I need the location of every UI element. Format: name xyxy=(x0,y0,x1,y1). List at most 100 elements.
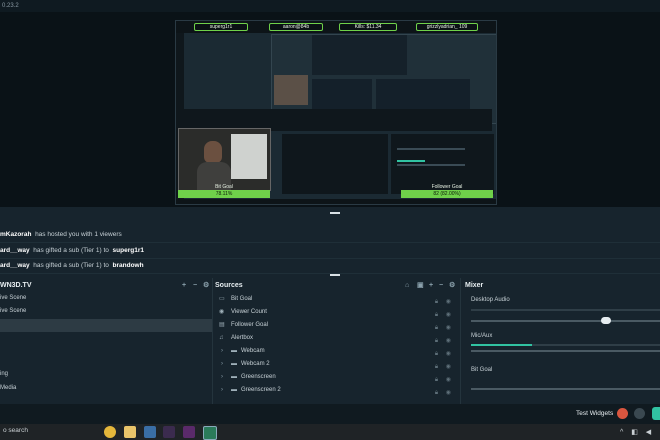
chevron-right-icon[interactable]: › xyxy=(221,345,223,358)
resize-handle-bottom[interactable] xyxy=(330,274,340,276)
replay-icon[interactable] xyxy=(634,408,645,419)
hud-player3: grizzlyadrian_ 109 xyxy=(416,23,478,31)
event-user: ard__way xyxy=(0,247,30,254)
mixer-channel-label: Desktop Audio xyxy=(471,297,510,303)
source-item[interactable]: ▭ Bit Goal 🔒︎ ◉ xyxy=(213,293,460,306)
hud-kills: Kills: $11.34 xyxy=(339,23,397,31)
folder-icon: ▬ xyxy=(231,361,237,367)
eye-icon: ◉ xyxy=(219,309,225,315)
sources-title: Sources ⌂ ▣ + − ⚙ xyxy=(215,279,455,293)
source-label: Viewer Count xyxy=(231,309,267,315)
event-target: superg1r1 xyxy=(112,247,144,254)
mixer-title: Mixer xyxy=(465,282,484,289)
sources-panel: Sources ⌂ ▣ + − ⚙ ▭ Bit Goal 🔒︎ ◉ ◉ Viewer C… xyxy=(213,278,461,404)
volume-slider[interactable] xyxy=(471,320,660,322)
app-version: 0.23.2 xyxy=(2,3,19,9)
follower-goal-bar: 82 (82.00%) xyxy=(401,190,493,198)
source-item[interactable]: › ▬ Webcam 🔒︎ ◉ xyxy=(213,345,460,358)
scene-item[interactable]: ing xyxy=(0,368,212,381)
editor-panels: WN3D.TV + − ⚙ ive Scene ive Scene ing Me… xyxy=(0,278,660,404)
event-row: ard__way has gifted a sub (Tier 1) to su… xyxy=(0,244,660,259)
mixer-channel-label: Mic/Aux xyxy=(471,333,493,339)
source-item[interactable]: ♫ Alertbox 🔒︎ ◉ xyxy=(213,332,460,345)
add-scene-icon[interactable]: + xyxy=(182,279,186,293)
volume-slider[interactable] xyxy=(471,350,660,352)
stream-preview[interactable]: superg1r1 aaron@84b Kills: $11.34 grizzl… xyxy=(175,20,497,205)
scene-item-selected[interactable] xyxy=(0,319,212,332)
scene-item[interactable]: ive Scene xyxy=(0,292,212,305)
remove-source-icon[interactable]: − xyxy=(439,279,443,293)
app-icon[interactable] xyxy=(183,426,195,438)
system-tray[interactable]: ^ ◧ ◀ xyxy=(620,428,654,436)
twitch-icon[interactable] xyxy=(163,426,175,438)
go-live-button[interactable] xyxy=(652,407,660,420)
source-label: Webcam xyxy=(241,348,265,354)
gear-icon[interactable]: ⚙ xyxy=(449,279,455,293)
level-fill xyxy=(471,344,532,346)
folder-add-icon[interactable]: ⌂ xyxy=(405,279,409,293)
streamlabs-icon[interactable] xyxy=(203,426,217,440)
app-icon[interactable] xyxy=(144,426,156,438)
scene-item[interactable]: ive Scene xyxy=(0,305,212,318)
folder-icon[interactable]: ▣ xyxy=(417,279,424,293)
sources-title-text: Sources xyxy=(215,282,243,289)
hud-bar: superg1r1 aaron@84b Kills: $11.34 grizzl… xyxy=(176,21,496,33)
scene-item[interactable]: Media xyxy=(0,382,212,395)
source-item[interactable]: ▤ Follower Goal 🔒︎ ◉ xyxy=(213,319,460,332)
gear-icon[interactable]: ⚙ xyxy=(203,279,209,293)
event-target: brandowh xyxy=(112,262,144,269)
bit-icon: ▭ xyxy=(219,296,225,302)
nested-mixer xyxy=(376,79,470,109)
add-source-icon[interactable]: + xyxy=(429,279,433,293)
file-explorer-icon[interactable] xyxy=(124,426,136,438)
mixer-channel-label: Bit Goal xyxy=(471,367,493,373)
folder-icon: ▬ xyxy=(231,374,237,380)
source-item[interactable]: ◉ Viewer Count 🔒︎ ◉ xyxy=(213,306,460,319)
source-label: Bit Goal xyxy=(231,296,253,302)
source-label: Webcam 2 xyxy=(241,361,270,367)
nested-preview xyxy=(312,35,407,75)
recent-events: mKazorah has hosted you with 1 viewers a… xyxy=(0,214,660,278)
nested-sources xyxy=(312,79,372,109)
source-item[interactable]: › ▬ Greenscreen 🔒︎ ◉ xyxy=(213,371,460,384)
source-label: Follower Goal xyxy=(231,322,269,328)
nested-webcam xyxy=(274,75,308,105)
source-visibility-icons[interactable]: 🔒︎ ◉ xyxy=(435,387,454,400)
source-label: Greenscreen xyxy=(241,374,276,380)
folder-icon: ▬ xyxy=(231,387,237,393)
folder-icon: ▬ xyxy=(231,348,237,354)
event-row: mKazorah has hosted you with 1 viewers xyxy=(0,228,660,243)
volume-meter xyxy=(471,309,660,311)
taskbar-search[interactable]: o search xyxy=(3,427,28,434)
remove-scene-icon[interactable]: − xyxy=(193,279,197,293)
event-user: mKazorah xyxy=(0,231,32,238)
chevron-right-icon[interactable]: › xyxy=(221,384,223,397)
source-item[interactable]: › ▬ Webcam 2 🔒︎ ◉ xyxy=(213,358,460,371)
test-widgets-button[interactable]: Test Widgets xyxy=(576,410,613,417)
source-label: Alertbox xyxy=(231,335,254,341)
mixer-panel: Mixer Desktop Audio Mic/Aux Bit Goal xyxy=(461,278,660,404)
volume-knob[interactable] xyxy=(601,317,611,324)
event-text: has gifted a sub (Tier 1) to xyxy=(33,262,109,269)
event-user: ard__way xyxy=(0,262,30,269)
inner-sources-panel xyxy=(282,134,388,194)
chevron-right-icon[interactable]: › xyxy=(221,358,223,371)
title-bar: 0.23.2 xyxy=(0,0,660,12)
bell-icon: ♫ xyxy=(219,335,224,341)
chrome-icon[interactable] xyxy=(104,426,116,438)
scene-collection-title[interactable]: WN3D.TV + − ⚙ xyxy=(0,279,212,293)
event-row: ard__way has gifted a sub (Tier 1) to br… xyxy=(0,259,660,274)
doc-icon: ▤ xyxy=(219,322,225,328)
event-text: has hosted you with 1 viewers xyxy=(35,231,122,238)
status-footer: Test Widgets xyxy=(0,404,660,424)
webcam-feed xyxy=(178,128,271,191)
volume-meter xyxy=(471,344,660,346)
chevron-right-icon[interactable]: › xyxy=(221,371,223,384)
record-icon[interactable] xyxy=(617,408,628,419)
hud-player2: aaron@84b xyxy=(269,23,323,31)
inner-taskbar xyxy=(176,199,496,204)
scenes-panel: WN3D.TV + − ⚙ ive Scene ive Scene ing Me… xyxy=(0,278,213,404)
hud-player1: superg1r1 xyxy=(194,23,248,31)
source-item[interactable]: › ▬ Greenscreen 2 🔒︎ ◉ xyxy=(213,384,460,397)
volume-slider[interactable] xyxy=(471,388,660,390)
